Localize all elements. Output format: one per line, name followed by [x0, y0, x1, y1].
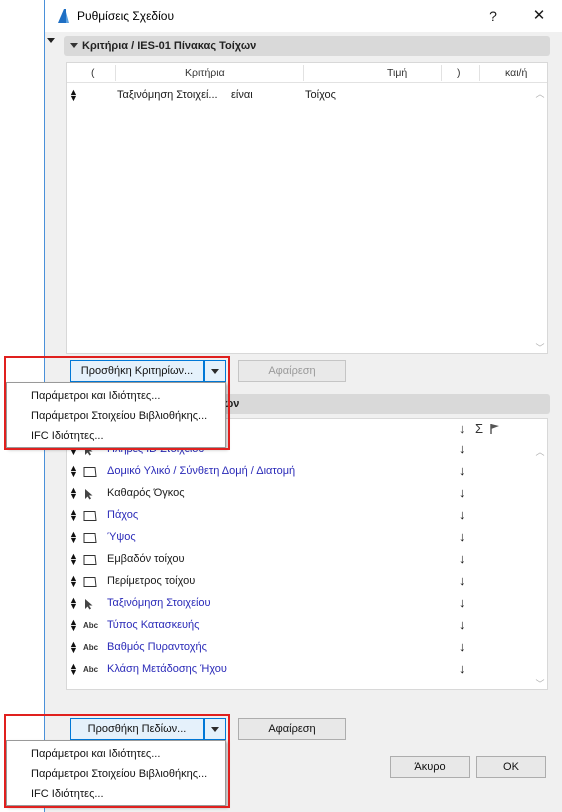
- field-row[interactable]: ▲ ▼ Abc Κλάση Μετάδοσης Ήχου ↓: [67, 659, 537, 681]
- rectangle-icon: [83, 466, 97, 477]
- help-button[interactable]: ?: [483, 6, 503, 26]
- sort-arrow-icon[interactable]: ↓: [459, 551, 466, 566]
- col-close-paren[interactable]: ): [457, 67, 461, 79]
- col-and-or[interactable]: και/ή: [505, 67, 527, 79]
- flag-icon[interactable]: [489, 423, 501, 435]
- drag-handle-icon[interactable]: ▲▼: [69, 640, 78, 655]
- sort-arrow-icon[interactable]: ↓: [459, 639, 466, 654]
- arrow-cursor-icon: [83, 488, 96, 500]
- arrow-cursor-icon: [83, 598, 96, 610]
- archicad-app-icon: [55, 8, 71, 24]
- cancel-button[interactable]: Άκυρο: [390, 756, 470, 778]
- field-row[interactable]: ▲ ▼ Περίμετρος τοίχου ↓: [67, 571, 537, 593]
- field-row[interactable]: ▲ ▼ Ταξινόμηση Στοιχείου ↓: [67, 593, 537, 615]
- drag-handle-icon[interactable]: ▲▼: [69, 618, 78, 633]
- drag-handle-icon[interactable]: ▲▼: [69, 662, 78, 677]
- col-criteria[interactable]: Κριτήρια: [185, 67, 225, 79]
- criteria-list[interactable]: ( Κριτήρια Τιμή ) και/ή ▲ ▼ Ταξινόμηση Στ…: [66, 62, 548, 354]
- operator-cell[interactable]: είναι: [231, 89, 253, 101]
- highlight-box: [4, 714, 230, 808]
- sort-arrow-icon[interactable]: ↓: [459, 661, 466, 676]
- sort-arrow-icon[interactable]: ↓: [459, 507, 466, 522]
- expand-triangle-icon: [70, 43, 78, 48]
- drag-handle-icon[interactable]: ▲▼: [69, 464, 78, 479]
- drag-handle-icon[interactable]: ▲▼: [69, 88, 78, 103]
- sort-column-icon[interactable]: ↓: [459, 421, 466, 436]
- scroll-up-icon[interactable]: ︿: [535, 445, 545, 457]
- title-bar: Ρυθμίσεις Σχεδίου ? ✕: [45, 0, 562, 32]
- collapse-arrow-icon[interactable]: [47, 38, 55, 43]
- value-cell[interactable]: Τοίχος: [305, 89, 336, 101]
- drag-handle-icon[interactable]: ▲▼: [69, 574, 78, 589]
- field-row[interactable]: ▲ ▼ Πάχος ↓: [67, 505, 537, 527]
- sort-arrow-icon[interactable]: ↓: [459, 529, 466, 544]
- drag-handle-icon[interactable]: ▲▼: [69, 596, 78, 611]
- drag-handle-icon[interactable]: ▲▼: [69, 552, 78, 567]
- sort-arrow-icon[interactable]: ↓: [459, 617, 466, 632]
- col-value[interactable]: Τιμή: [387, 67, 407, 79]
- sort-arrow-icon[interactable]: ↓: [459, 573, 466, 588]
- field-row[interactable]: ▲ ▼ Καθαρός Όγκος ↓: [67, 483, 537, 505]
- ok-button[interactable]: ΟΚ: [476, 756, 546, 778]
- criteria-column-headers: ( Κριτήρια Τιμή ) και/ή: [67, 63, 547, 83]
- dialog-title: Ρυθμίσεις Σχεδίου: [77, 9, 175, 23]
- abc-icon: Abc: [83, 621, 99, 630]
- remove-criteria-button[interactable]: Αφαίρεση: [238, 360, 346, 382]
- field-row[interactable]: ▲ ▼ Δομικό Υλικό / Σύνθετη Δομή / Διατομή ↓: [67, 461, 537, 483]
- field-row[interactable]: ▲ ▼ Ύψος ↓: [67, 527, 537, 549]
- rectangle-icon: [83, 532, 97, 543]
- criteria-cell[interactable]: Ταξινόμηση Στοιχεί...: [117, 89, 218, 101]
- field-label[interactable]: Περίμετρος τοίχου: [107, 575, 195, 587]
- field-label[interactable]: Ταξινόμηση Στοιχείου: [107, 597, 211, 609]
- sort-arrow-icon[interactable]: ↓: [459, 441, 466, 456]
- rectangle-icon: [83, 576, 97, 587]
- field-label[interactable]: Καθαρός Όγκος: [107, 487, 185, 499]
- field-label[interactable]: Δομικό Υλικό / Σύνθετη Δομή / Διατομή: [107, 465, 295, 477]
- drag-handle-icon[interactable]: ▲▼: [69, 486, 78, 501]
- field-row[interactable]: ▲ ▼ Abc Τύπος Κατασκευής ↓: [67, 615, 537, 637]
- sum-column-icon[interactable]: Σ: [475, 421, 483, 436]
- criteria-row[interactable]: ▲ ▼ Ταξινόμηση Στοιχεί... είναι Τοίχος: [67, 85, 537, 107]
- field-label[interactable]: Κλάση Μετάδοσης Ήχου: [107, 663, 227, 675]
- close-button[interactable]: ✕: [529, 6, 549, 26]
- sort-arrow-icon[interactable]: ↓: [459, 485, 466, 500]
- field-label[interactable]: Βαθμός Πυραντοχής: [107, 641, 207, 653]
- field-row[interactable]: ▲ ▼ Abc Βαθμός Πυραντοχής ↓: [67, 637, 537, 659]
- scroll-up-icon[interactable]: ︿: [535, 87, 545, 99]
- rectangle-icon: [83, 554, 97, 565]
- sort-arrow-icon[interactable]: ↓: [459, 595, 466, 610]
- highlight-box: [4, 356, 230, 450]
- field-label[interactable]: Πάχος: [107, 509, 138, 521]
- field-label[interactable]: Ύψος: [107, 531, 136, 543]
- scroll-down-icon[interactable]: ﹀: [535, 677, 545, 689]
- fields-list[interactable]: ↓ Σ ▲▼Πλήρες ID Στοιχείου↓▲▼Δομικό Υλικό…: [66, 418, 548, 690]
- field-label[interactable]: Τύπος Κατασκευής: [107, 619, 199, 631]
- drag-handle-icon[interactable]: ▲▼: [69, 530, 78, 545]
- field-label[interactable]: Εμβαδόν τοίχου: [107, 553, 185, 565]
- col-open-paren[interactable]: (: [91, 67, 95, 79]
- scroll-down-icon[interactable]: ﹀: [535, 341, 545, 353]
- drag-handle-icon[interactable]: ▲▼: [69, 508, 78, 523]
- criteria-section-header[interactable]: Κριτήρια / IES-01 Πίνακας Τοίχων: [64, 36, 550, 56]
- abc-icon: Abc: [83, 643, 99, 652]
- remove-fields-button[interactable]: Αφαίρεση: [238, 718, 346, 740]
- abc-icon: Abc: [83, 665, 99, 674]
- criteria-section-title: Κριτήρια / IES-01 Πίνακας Τοίχων: [82, 40, 257, 52]
- field-row[interactable]: ▲ ▼ Εμβαδόν τοίχου ↓: [67, 549, 537, 571]
- rectangle-icon: [83, 510, 97, 521]
- sort-arrow-icon[interactable]: ↓: [459, 463, 466, 478]
